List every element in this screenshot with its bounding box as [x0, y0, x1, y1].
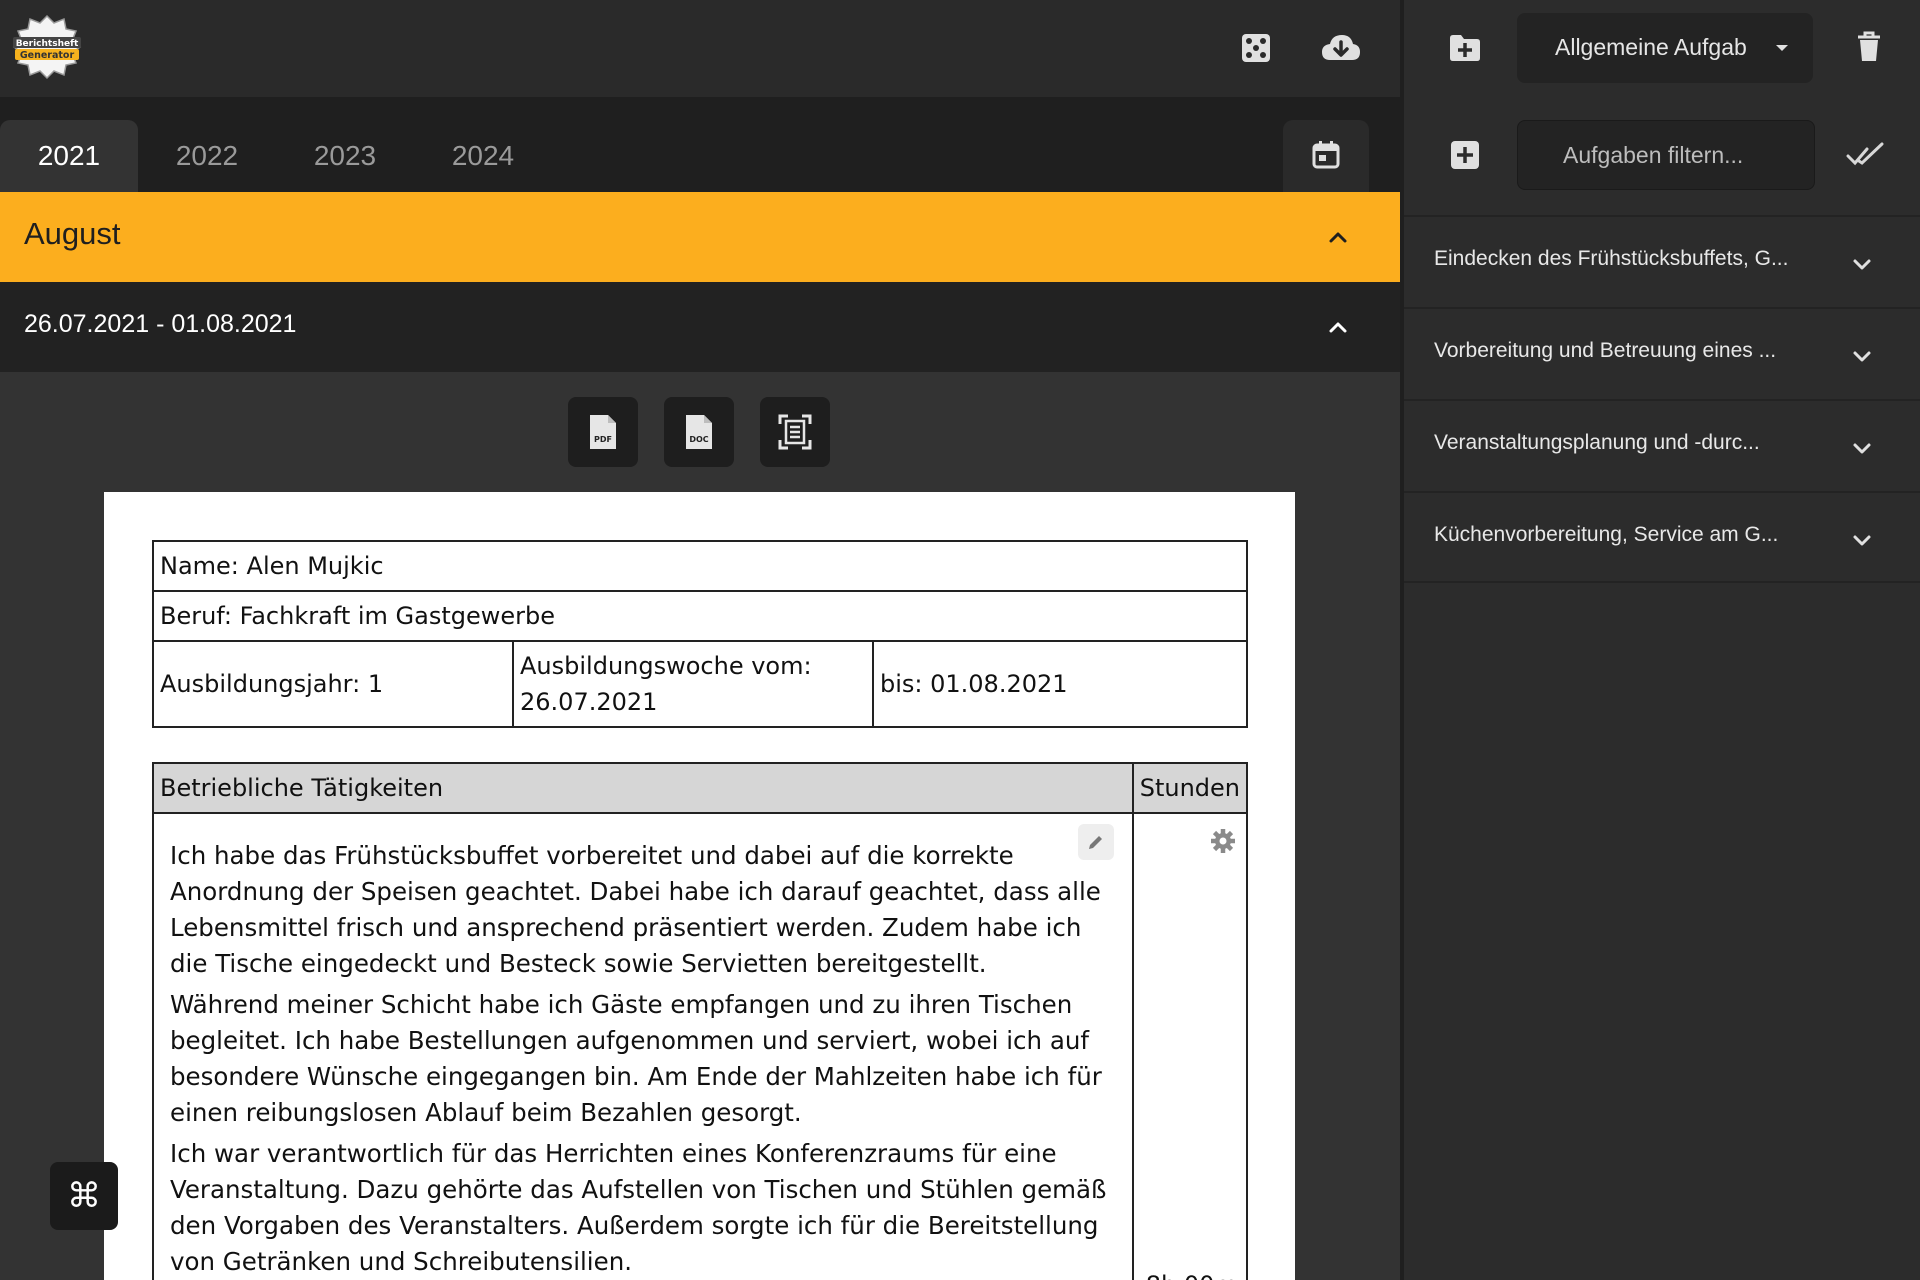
activities-header: Betriebliche Tätigkeiten — [152, 762, 1134, 814]
week-range: 26.07.2021 - 01.08.2021 — [24, 310, 297, 338]
export-pdf-button[interactable]: PDF — [568, 397, 638, 467]
task-item[interactable]: Veranstaltungsplanung und -durc... — [1404, 399, 1920, 491]
doc-file-icon: DOC — [686, 415, 712, 449]
activities-cell[interactable]: Ich habe das Frühstücksbuffet vorbereite… — [152, 812, 1134, 1280]
tab-2021[interactable]: 2021 — [0, 120, 138, 192]
dice-icon[interactable] — [1238, 30, 1274, 66]
task-item[interactable]: Eindecken des Frühstücksbuffets, G... — [1404, 215, 1920, 307]
hours-header: Stunden — [1131, 762, 1249, 814]
task-item-label: Vorbereitung und Betreuung eines ... — [1434, 339, 1777, 362]
month-accordion-header[interactable]: August — [0, 192, 1400, 282]
activity-paragraph: Ich habe das Frühstücksbuffet vorbereite… — [170, 841, 1101, 978]
chevron-up-icon[interactable] — [1327, 316, 1349, 338]
task-filter-input[interactable]: Aufgaben filtern... — [1517, 120, 1815, 190]
task-sidebar: Allgemeine Aufgab Aufgaben filtern... Ei… — [1400, 0, 1920, 1280]
cloud-download-icon[interactable] — [1320, 30, 1362, 66]
double-check-icon[interactable] — [1846, 138, 1886, 172]
tab-2022[interactable]: 2022 — [138, 120, 276, 192]
pdf-file-icon: PDF — [590, 415, 616, 449]
activity-paragraph: Während meiner Schicht habe ich Gäste em… — [170, 990, 1102, 1127]
folder-add-icon[interactable] — [1448, 31, 1482, 65]
week-accordion-header[interactable]: 26.07.2021 - 01.08.2021 — [0, 282, 1400, 372]
filter-placeholder: Aufgaben filtern... — [1563, 142, 1744, 168]
task-item[interactable]: Küchenvorbereitung, Service am G... — [1404, 491, 1920, 583]
hours-value: 8h 00m — [1146, 1271, 1240, 1280]
month-title: August — [24, 216, 121, 251]
fullscreen-document-button[interactable] — [760, 397, 830, 467]
calendar-button[interactable] — [1283, 120, 1369, 192]
command-icon: ⌘ — [67, 1176, 101, 1216]
report-info-table: Name: Alen Mujkic Beruf: Fachkraft im Ga… — [152, 540, 1248, 728]
doc-label: DOC — [689, 435, 708, 444]
task-item-label: Küchenvorbereitung, Service am G... — [1434, 523, 1779, 546]
tab-2024[interactable]: 2024 — [414, 120, 552, 192]
hours-cell: 8h 00m — [1131, 812, 1249, 1280]
activities-table: Betriebliche Tätigkeiten Stunden Ich hab… — [152, 762, 1249, 1280]
svg-text:Berichtsheft: Berichtsheft — [16, 39, 79, 49]
task-item-label: Veranstaltungsplanung und -durc... — [1434, 431, 1760, 454]
add-task-icon[interactable] — [1448, 138, 1482, 172]
chevron-down-icon[interactable] — [1851, 529, 1873, 551]
chevron-down-icon[interactable] — [1851, 253, 1873, 275]
report-sheet: Name: Alen Mujkic Beruf: Fachkraft im Ga… — [104, 492, 1295, 1280]
gear-icon[interactable] — [1210, 828, 1236, 854]
ausbildungsjahr-cell: Ausbildungsjahr: 1 — [152, 640, 514, 728]
chevron-down-icon[interactable] — [1851, 345, 1873, 367]
caret-down-icon — [1776, 45, 1788, 51]
top-bar: Berichtsheft Generator — [0, 0, 1400, 97]
command-palette-button[interactable]: ⌘ — [50, 1162, 118, 1230]
calendar-icon — [1312, 141, 1340, 169]
trash-icon[interactable] — [1852, 30, 1886, 64]
chevron-up-icon[interactable] — [1327, 226, 1349, 248]
tab-2023[interactable]: 2023 — [276, 120, 414, 192]
svg-text:Generator: Generator — [20, 50, 75, 61]
year-tabs: 2021 2022 2023 2024 — [0, 97, 1400, 192]
name-cell: Name: Alen Mujkic — [152, 540, 1248, 592]
pdf-label: PDF — [594, 435, 612, 444]
beruf-cell: Beruf: Fachkraft im Gastgewerbe — [152, 590, 1248, 642]
document-scan-icon — [778, 414, 812, 450]
logo: Berichtsheft Generator — [12, 14, 82, 80]
preset-value: Allgemeine Aufgab — [1555, 34, 1747, 60]
chevron-down-icon[interactable] — [1851, 437, 1873, 459]
bis-cell: bis: 01.08.2021 — [872, 640, 1248, 728]
task-item-label: Eindecken des Frühstücksbuffets, G... — [1434, 247, 1789, 270]
task-item[interactable]: Vorbereitung und Betreuung eines ... — [1404, 307, 1920, 399]
ausbildungswoche-cell: Ausbildungswoche vom: 26.07.2021 — [512, 640, 874, 728]
edit-button[interactable] — [1077, 824, 1114, 860]
task-preset-select[interactable]: Allgemeine Aufgab — [1517, 13, 1813, 83]
main-panel: Berichtsheft Generator 2021 2022 2023 20… — [0, 0, 1400, 1280]
export-doc-button[interactable]: DOC — [664, 397, 734, 467]
activity-paragraph: Ich war verantwortlich für das Herrichte… — [170, 1139, 1107, 1276]
pencil-icon — [1088, 836, 1102, 849]
